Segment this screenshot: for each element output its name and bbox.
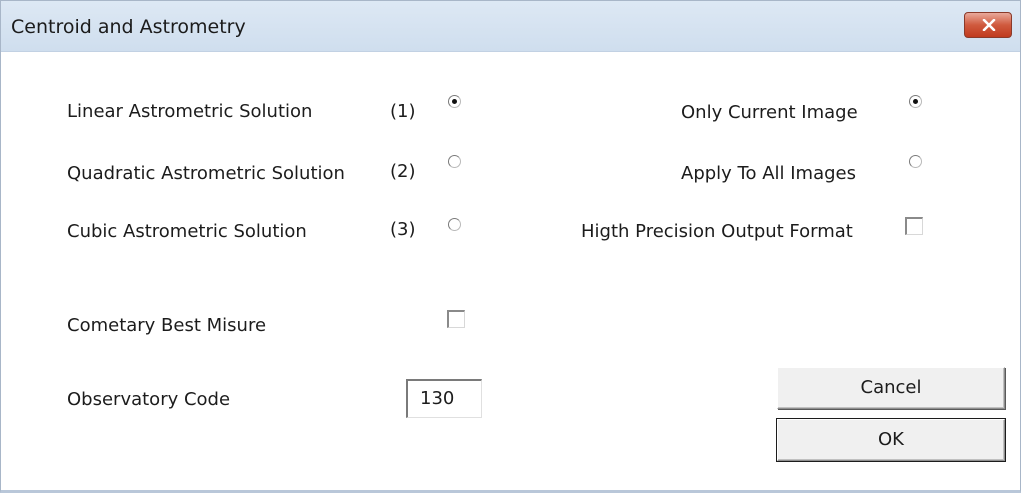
quadratic-solution-number: (2) xyxy=(390,161,416,182)
close-icon xyxy=(982,19,996,31)
only-current-image-radio[interactable] xyxy=(909,95,922,108)
observatory-code-label: Observatory Code xyxy=(67,389,231,410)
apply-all-images-label: Apply To All Images xyxy=(681,163,856,184)
radio-selected-dot xyxy=(452,99,457,104)
only-current-image-label: Only Current Image xyxy=(681,102,858,123)
observatory-code-input[interactable]: 130 xyxy=(406,379,482,418)
close-button[interactable] xyxy=(964,12,1012,38)
linear-solution-label: Linear Astrometric Solution xyxy=(67,101,313,122)
linear-solution-radio[interactable] xyxy=(448,95,461,108)
cubic-solution-label: Cubic Astrometric Solution xyxy=(67,221,307,242)
radio-selected-dot xyxy=(913,99,918,104)
dialog-window: Centroid and Astrometry Linear Astrometr… xyxy=(0,0,1021,493)
window-title: Centroid and Astrometry xyxy=(11,16,246,38)
high-precision-label: Higth Precision Output Format xyxy=(581,221,853,242)
apply-all-images-radio[interactable] xyxy=(909,155,922,168)
cometary-best-label: Cometary Best Misure xyxy=(67,315,267,336)
quadratic-solution-radio[interactable] xyxy=(448,155,461,168)
cancel-button[interactable]: Cancel xyxy=(777,367,1005,409)
cubic-solution-radio[interactable] xyxy=(448,218,461,231)
quadratic-solution-label: Quadratic Astrometric Solution xyxy=(67,163,345,184)
ok-button[interactable]: OK xyxy=(776,418,1006,462)
title-bar[interactable]: Centroid and Astrometry xyxy=(1,1,1020,52)
cubic-solution-number: (3) xyxy=(390,219,416,240)
high-precision-checkbox[interactable] xyxy=(905,217,923,235)
linear-solution-number: (1) xyxy=(390,101,416,122)
cometary-best-checkbox[interactable] xyxy=(447,310,465,328)
